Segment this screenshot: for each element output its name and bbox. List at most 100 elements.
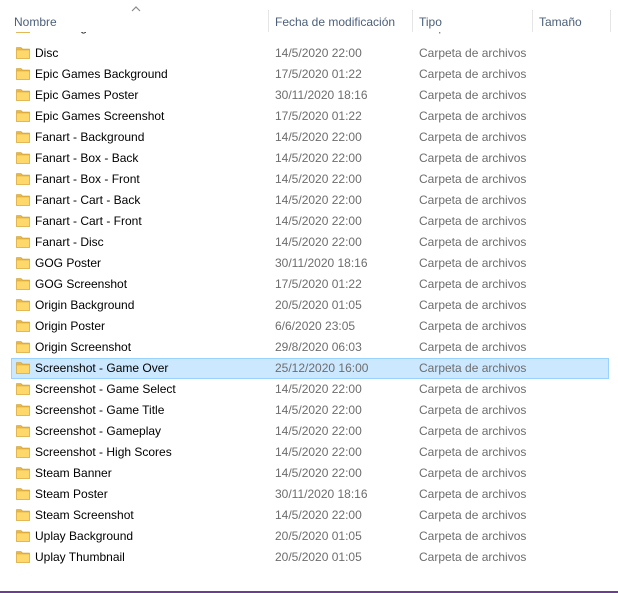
column-divider[interactable]	[412, 10, 413, 32]
column-header-name[interactable]: Nombre	[14, 0, 268, 32]
file-date: 6/6/2020 23:05	[275, 319, 356, 333]
file-type: Carpeta de archivos	[419, 319, 527, 333]
list-item[interactable]: Disc 14/5/2020 22:00 Carpeta de archivos	[0, 43, 618, 64]
column-divider[interactable]	[268, 10, 269, 32]
folder-icon	[16, 299, 30, 311]
file-type: Carpeta de archivos	[419, 235, 527, 249]
list-item[interactable]: Fanart - Cart - Front 14/5/2020 22:00 Carp…	[0, 211, 618, 232]
folder-icon	[16, 446, 30, 458]
file-name: Origin Screenshot	[35, 340, 132, 354]
folder-icon	[16, 215, 30, 227]
folder-icon	[16, 509, 30, 521]
file-date: 25/12/2020 16:00	[275, 361, 369, 375]
list-item[interactable]: Steam Banner 14/5/2020 22:00 Carpeta de ar…	[0, 463, 618, 484]
folder-icon	[16, 404, 30, 416]
file-size	[539, 127, 609, 148]
folder-icon	[16, 530, 30, 542]
list-item[interactable]: Origin Poster 6/6/2020 23:05 Carpeta de ar…	[0, 316, 618, 337]
folder-icon	[16, 425, 30, 437]
file-name: Fanart - Box - Back	[35, 151, 139, 165]
folder-icon	[16, 467, 30, 479]
file-type: Carpeta de archivos	[419, 403, 527, 417]
file-type: Carpeta de archivos	[419, 172, 527, 186]
list-item[interactable]: Screenshot - High Scores 14/5/2020 22:00 C…	[0, 442, 618, 463]
file-date: 17/5/2020 01:22	[275, 109, 362, 123]
list-item[interactable]: Fanart - Box - Front 14/5/2020 22:00 Carpe…	[0, 169, 618, 190]
file-date: 14/5/2020 22:00	[275, 46, 362, 60]
list-item[interactable]: Fanart - Cart - Back 14/5/2020 22:00 Carpe…	[0, 190, 618, 211]
file-name: Uplay Background	[35, 529, 134, 543]
file-size	[539, 85, 609, 106]
file-explorer-list: Clear Logo 14/5/2020 22:00 Carpeta de ar…	[0, 0, 618, 593]
list-item[interactable]: Screenshot - Gameplay 14/5/2020 22:00 Carp…	[0, 421, 618, 442]
column-header-size[interactable]: Tamaño	[539, 0, 609, 32]
column-header-type[interactable]: Tipo	[419, 0, 531, 32]
folder-icon	[16, 362, 30, 374]
file-name: Screenshot - Game Title	[35, 403, 165, 417]
file-type: Carpeta de archivos	[419, 382, 527, 396]
list-item[interactable]: GOG Screenshot 17/5/2020 01:22 Carpeta de …	[0, 274, 618, 295]
file-type: Carpeta de archivos	[419, 130, 527, 144]
file-type: Carpeta de archivos	[419, 151, 527, 165]
file-name: Steam Poster	[35, 487, 108, 501]
file-list: Disc 14/5/2020 22:00 Carpeta de archivos Ep…	[0, 43, 618, 568]
folder-icon	[16, 551, 30, 563]
list-item[interactable]: Epic Games Poster 30/11/2020 18:16 Carpeta…	[0, 85, 618, 106]
list-item[interactable]: Origin Screenshot 29/8/2020 06:03 Carpeta …	[0, 337, 618, 358]
file-date: 14/5/2020 22:00	[275, 466, 362, 480]
column-header-size-label: Tamaño	[539, 15, 582, 29]
column-header-name-label: Nombre	[14, 15, 57, 29]
folder-icon	[16, 488, 30, 500]
file-type: Carpeta de archivos	[419, 298, 527, 312]
file-size	[539, 547, 609, 568]
file-name: Fanart - Box - Front	[35, 172, 140, 186]
column-header-date-label: Fecha de modificación	[275, 15, 396, 29]
file-name: GOG Screenshot	[35, 277, 128, 291]
file-name: Fanart - Cart - Back	[35, 193, 141, 207]
folder-icon	[16, 194, 30, 206]
list-item[interactable]: Steam Screenshot 14/5/2020 22:00 Carpeta d…	[0, 505, 618, 526]
folder-icon	[16, 47, 30, 59]
list-item-selected[interactable]: Screenshot - Game Over 25/12/2020 16:00 Ca…	[0, 358, 618, 379]
list-item[interactable]: Epic Games Background 17/5/2020 01:22 Carp…	[0, 64, 618, 85]
file-name: Epic Games Poster	[35, 88, 139, 102]
list-item[interactable]: Origin Background 20/5/2020 01:05 Carpeta …	[0, 295, 618, 316]
list-item[interactable]: Fanart - Background 14/5/2020 22:00 Carpet…	[0, 127, 618, 148]
list-item[interactable]: GOG Poster 30/11/2020 18:16 Carpeta de arc…	[0, 253, 618, 274]
column-header-date[interactable]: Fecha de modificación	[275, 0, 411, 32]
file-type: Carpeta de archivos	[419, 445, 527, 459]
list-item[interactable]: Uplay Thumbnail 20/5/2020 01:05 Carpeta de…	[0, 547, 618, 568]
file-type: Carpeta de archivos	[419, 487, 527, 501]
file-size	[539, 463, 609, 484]
list-item[interactable]: Fanart - Disc 14/5/2020 22:00 Carpeta de a…	[0, 232, 618, 253]
column-divider[interactable]	[532, 10, 533, 32]
file-date: 14/5/2020 22:00	[275, 508, 362, 522]
file-size	[539, 253, 609, 274]
file-date: 17/5/2020 01:22	[275, 277, 362, 291]
file-name: Steam Screenshot	[35, 508, 134, 522]
list-item[interactable]: Fanart - Box - Back 14/5/2020 22:00 Carpet…	[0, 148, 618, 169]
list-item[interactable]: Screenshot - Game Title 14/5/2020 22:00 Ca…	[0, 400, 618, 421]
list-item[interactable]: Epic Games Screenshot 17/5/2020 01:22 Carp…	[0, 106, 618, 127]
list-item[interactable]: Steam Poster 30/11/2020 18:16 Carpeta de a…	[0, 484, 618, 505]
column-header-type-label: Tipo	[419, 15, 442, 29]
file-date: 20/5/2020 01:05	[275, 529, 362, 543]
file-date: 14/5/2020 22:00	[275, 424, 362, 438]
file-size	[539, 400, 609, 421]
file-date: 30/11/2020 18:16	[275, 256, 368, 270]
folder-icon	[16, 257, 30, 269]
file-type: Carpeta de archivos	[419, 340, 527, 354]
file-name: Screenshot - Gameplay	[35, 424, 162, 438]
folder-icon	[16, 110, 30, 122]
file-size	[539, 43, 609, 64]
list-item[interactable]: Screenshot - Game Select 14/5/2020 22:00 C…	[0, 379, 618, 400]
file-date: 29/8/2020 06:03	[275, 340, 362, 354]
list-item[interactable]: Uplay Background 20/5/2020 01:05 Carpeta d…	[0, 526, 618, 547]
file-date: 14/5/2020 22:00	[275, 403, 362, 417]
file-date: 14/5/2020 22:00	[275, 193, 362, 207]
folder-icon	[16, 236, 30, 248]
file-date: 14/5/2020 22:00	[275, 445, 362, 459]
file-date: 14/5/2020 22:00	[275, 214, 362, 228]
folder-icon	[16, 278, 30, 290]
column-divider[interactable]	[610, 10, 611, 32]
